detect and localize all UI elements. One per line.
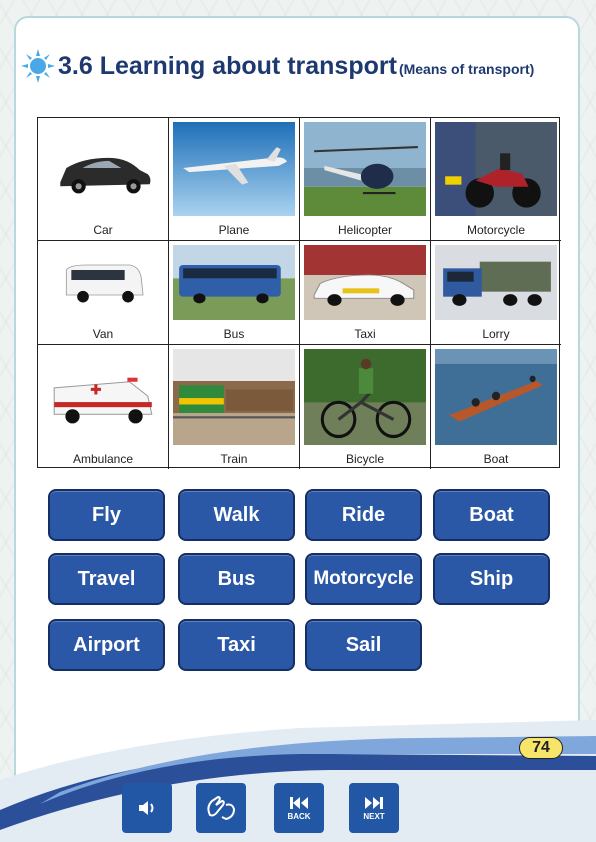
- sign-language-button[interactable]: [196, 783, 246, 833]
- transport-card-van[interactable]: Van: [38, 241, 169, 345]
- transport-card-motorcycle[interactable]: Motorcycle: [431, 118, 561, 241]
- transport-card-lorry[interactable]: Lorry: [431, 241, 561, 345]
- sign-language-icon: [207, 795, 236, 821]
- transport-label: Van: [92, 327, 114, 341]
- audio-button[interactable]: [122, 783, 172, 833]
- transport-card-ambulance[interactable]: Ambulance: [38, 345, 169, 469]
- speaker-icon: [139, 801, 154, 815]
- transport-label: Bicycle: [345, 452, 384, 466]
- next-icon: [365, 796, 383, 809]
- van-photo: [42, 245, 164, 320]
- transport-label: Plane: [218, 223, 250, 237]
- page-header: 3.6 Learning about transport (Means of t…: [20, 48, 534, 84]
- back-label: BACK: [287, 811, 311, 821]
- transport-label: Train: [220, 452, 248, 466]
- word-button-ride[interactable]: Ride: [305, 489, 422, 541]
- transport-grid: Car Plane Helicopter Motorcycle Van Bus …: [37, 117, 561, 469]
- word-button-sail[interactable]: Sail: [305, 619, 422, 671]
- transport-label: Motorcycle: [466, 223, 525, 237]
- transport-label: Boat: [483, 452, 509, 466]
- boat-photo: [435, 349, 557, 445]
- transport-card-taxi[interactable]: Taxi: [300, 241, 431, 345]
- sun-icon: [21, 49, 55, 83]
- next-label: NEXT: [363, 811, 385, 821]
- word-button-motorcycle[interactable]: Motorcycle: [305, 553, 422, 605]
- car-photo: [42, 122, 164, 216]
- lorry-photo: [435, 245, 557, 320]
- word-button-airport[interactable]: Airport: [48, 619, 165, 671]
- next-button[interactable]: NEXT: [349, 783, 399, 833]
- word-button-travel[interactable]: Travel: [48, 553, 165, 605]
- plane-photo: [173, 122, 295, 216]
- transport-card-helicopter[interactable]: Helicopter: [300, 118, 431, 241]
- transport-card-boat[interactable]: Boat: [431, 345, 561, 469]
- transport-card-bus[interactable]: Bus: [169, 241, 300, 345]
- word-button-walk[interactable]: Walk: [178, 489, 295, 541]
- word-button-ship[interactable]: Ship: [433, 553, 550, 605]
- bus-photo: [173, 245, 295, 320]
- transport-card-plane[interactable]: Plane: [169, 118, 300, 241]
- helicopter-photo: [304, 122, 426, 216]
- transport-card-bicycle[interactable]: Bicycle: [300, 345, 431, 469]
- word-button-boat[interactable]: Boat: [433, 489, 550, 541]
- page-subtitle: (Means of transport): [398, 61, 535, 77]
- word-button-fly[interactable]: Fly: [48, 489, 165, 541]
- word-button-taxi[interactable]: Taxi: [178, 619, 295, 671]
- back-button[interactable]: BACK: [274, 783, 324, 833]
- motorcycle-photo: [435, 122, 557, 216]
- transport-label: Bus: [223, 327, 245, 341]
- back-icon: [290, 796, 308, 809]
- word-button-bus[interactable]: Bus: [178, 553, 295, 605]
- page-number-badge: 74: [519, 737, 563, 759]
- taxi-photo: [304, 245, 426, 320]
- bicycle-photo: [304, 349, 426, 445]
- ambulance-photo: [42, 349, 164, 445]
- transport-label: Car: [93, 223, 113, 237]
- page-title: 3.6 Learning about transport: [58, 51, 397, 80]
- transport-label: Ambulance: [72, 452, 134, 466]
- transport-card-car[interactable]: Car: [38, 118, 169, 241]
- train-photo: [173, 349, 295, 445]
- transport-label: Helicopter: [337, 223, 393, 237]
- transport-card-train[interactable]: Train: [169, 345, 300, 469]
- transport-label: Taxi: [354, 327, 376, 341]
- transport-label: Lorry: [482, 327, 510, 341]
